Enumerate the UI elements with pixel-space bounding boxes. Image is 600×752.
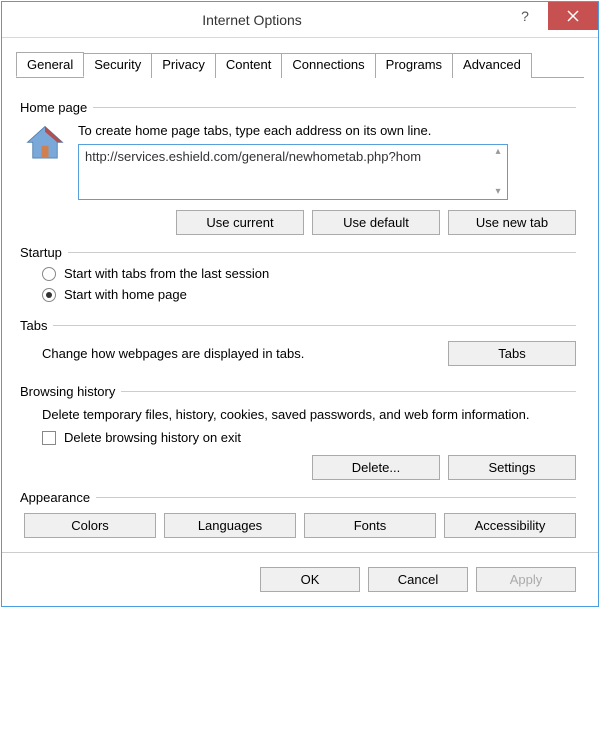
use-current-button[interactable]: Use current [176,210,304,235]
languages-button[interactable]: Languages [164,513,296,538]
tabs-section: Tabs Change how webpages are displayed i… [24,318,576,374]
tab-content[interactable]: Content [215,53,283,78]
settings-button[interactable]: Settings [448,455,576,480]
homepage-section: Home page To create home page tabs, type… [24,100,576,235]
scroll-down-icon: ▾ [495,187,500,197]
use-default-button[interactable]: Use default [312,210,440,235]
ok-button[interactable]: OK [260,567,360,592]
startup-opt1-label: Start with tabs from the last session [64,266,269,281]
checkbox-icon [42,431,56,445]
use-new-tab-button[interactable]: Use new tab [448,210,576,235]
tab-advanced[interactable]: Advanced [452,53,532,78]
titlebar: Internet Options ? [2,2,598,38]
cancel-button[interactable]: Cancel [368,567,468,592]
delete-on-exit-checkbox[interactable]: Delete browsing history on exit [42,430,576,445]
radio-icon [42,267,56,281]
url-scrollbar[interactable]: ▴ ▾ [489,145,507,199]
startup-label: Startup [20,245,68,260]
tabs-desc: Change how webpages are displayed in tab… [42,346,436,361]
startup-section: Startup Start with tabs from the last se… [24,245,576,308]
startup-option-home-page[interactable]: Start with home page [42,287,576,302]
dialog-footer: OK Cancel Apply [2,552,598,606]
window-title: Internet Options [2,12,502,28]
homepage-label: Home page [20,100,93,115]
home-icon [24,123,66,165]
history-desc: Delete temporary files, history, cookies… [42,407,576,422]
appearance-label: Appearance [20,490,96,505]
tab-programs[interactable]: Programs [375,53,453,78]
titlebar-buttons: ? [502,2,598,37]
colors-button[interactable]: Colors [24,513,156,538]
apply-button[interactable]: Apply [476,567,576,592]
homepage-url-input[interactable]: http://services.eshield.com/general/newh… [78,144,508,200]
startup-option-last-session[interactable]: Start with tabs from the last session [42,266,576,281]
tabs-label: Tabs [20,318,53,333]
tabs-button[interactable]: Tabs [448,341,576,366]
delete-button[interactable]: Delete... [312,455,440,480]
fonts-button[interactable]: Fonts [304,513,436,538]
tab-general[interactable]: General [16,52,84,77]
content-panel: Home page To create home page tabs, type… [2,78,598,552]
scroll-up-icon: ▴ [495,147,500,157]
close-button[interactable] [548,2,598,30]
tab-security[interactable]: Security [83,53,152,78]
tab-connections[interactable]: Connections [281,53,375,78]
appearance-section: Appearance Colors Languages Fonts Access… [24,490,576,538]
radio-icon [42,288,56,302]
tab-privacy[interactable]: Privacy [151,53,216,78]
history-label: Browsing history [20,384,121,399]
tab-strip: General Security Privacy Content Connect… [16,52,584,78]
help-button[interactable]: ? [502,2,548,30]
delete-on-exit-label: Delete browsing history on exit [64,430,241,445]
dialog-window: Internet Options ? General Security Priv… [1,1,599,607]
homepage-desc: To create home page tabs, type each addr… [78,123,576,138]
accessibility-button[interactable]: Accessibility [444,513,576,538]
homepage-url-text: http://services.eshield.com/general/newh… [85,149,489,164]
history-section: Browsing history Delete temporary files,… [24,384,576,480]
close-icon [567,10,579,22]
startup-opt2-label: Start with home page [64,287,187,302]
